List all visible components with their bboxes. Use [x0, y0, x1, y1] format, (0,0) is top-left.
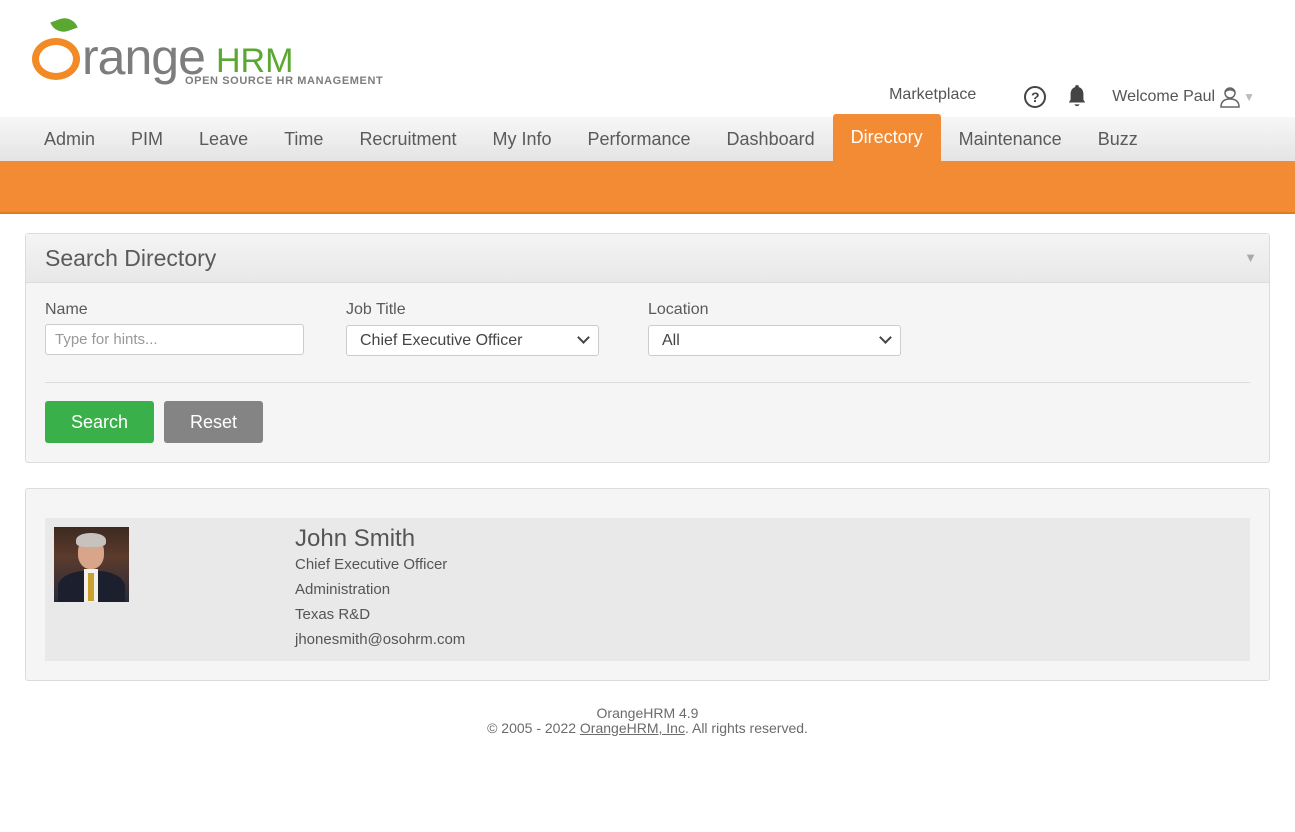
page-title: Search Directory	[45, 245, 217, 271]
search-button[interactable]: Search	[45, 401, 154, 443]
chevron-down-icon	[879, 331, 892, 344]
footer: OrangeHRM 4.9 © 2005 - 2022 OrangeHRM, I…	[0, 706, 1295, 736]
logo-tagline: OPEN SOURCE HR MANAGEMENT	[185, 75, 384, 87]
nav-item-my-info[interactable]: My Info	[474, 117, 569, 161]
divider	[45, 382, 1250, 383]
bell-icon[interactable]	[1066, 85, 1088, 109]
nav-item-buzz[interactable]: Buzz	[1080, 117, 1156, 161]
nav-item-recruitment[interactable]: Recruitment	[341, 117, 474, 161]
employee-card: John Smith Chief Executive Officer Admin…	[45, 518, 1250, 661]
nav-item-time[interactable]: Time	[266, 117, 341, 161]
logo-orange-ring	[32, 38, 80, 80]
footer-copyright: © 2005 - 2022 OrangeHRM, Inc. All rights…	[487, 720, 808, 736]
header: range HRM OPEN SOURCE HR MANAGEMENT Mark…	[0, 0, 1295, 117]
employee-job-title: Chief Executive Officer	[295, 556, 448, 573]
main-nav: Admin PIM Leave Time Recruitment My Info…	[0, 114, 1295, 161]
name-label: Name	[45, 301, 88, 318]
nav-item-directory[interactable]: Directory	[832, 114, 941, 161]
panel-header: Search Directory ▼	[26, 234, 1269, 283]
marketplace-link[interactable]: Marketplace	[889, 86, 976, 104]
company-link[interactable]: OrangeHRM, Inc	[580, 720, 685, 736]
logo-leaf-icon	[50, 14, 78, 36]
chevron-down-icon[interactable]: ▼	[1243, 90, 1255, 104]
orangehrm-logo[interactable]: range HRM OPEN SOURCE HR MANAGEMENT	[30, 14, 390, 96]
location-label: Location	[648, 301, 709, 318]
results-panel: John Smith Chief Executive Officer Admin…	[25, 488, 1270, 681]
nav-item-leave[interactable]: Leave	[181, 117, 266, 161]
employee-photo[interactable]	[54, 527, 129, 602]
submenu-bar	[0, 161, 1295, 214]
job-title-selected-value: Chief Executive Officer	[360, 331, 523, 349]
location-selected-value: All	[662, 331, 680, 349]
top-right-menu: Marketplace ? Welcome Paul ▼	[889, 84, 1255, 110]
collapse-toggle-icon[interactable]: ▼	[1244, 250, 1257, 265]
chevron-down-icon	[577, 331, 590, 344]
footer-version: OrangeHRM 4.9	[596, 705, 699, 721]
job-title-select[interactable]: Chief Executive Officer	[346, 325, 599, 356]
search-directory-panel: Search Directory ▼ Name Job Title Chief …	[25, 233, 1270, 463]
reset-button[interactable]: Reset	[164, 401, 263, 443]
employee-name[interactable]: John Smith	[295, 525, 415, 553]
nav-item-pim[interactable]: PIM	[113, 117, 181, 161]
name-search-input[interactable]	[45, 324, 304, 355]
nav-item-dashboard[interactable]: Dashboard	[709, 117, 833, 161]
job-title-label: Job Title	[346, 301, 406, 318]
user-avatar-icon[interactable]	[1219, 86, 1241, 108]
employee-department: Administration	[295, 581, 391, 598]
employee-location: Texas R&D	[295, 606, 371, 623]
nav-item-performance[interactable]: Performance	[570, 117, 709, 161]
nav-item-maintenance[interactable]: Maintenance	[941, 117, 1080, 161]
location-select[interactable]: All	[648, 325, 901, 356]
nav-item-admin[interactable]: Admin	[26, 117, 113, 161]
welcome-user-menu[interactable]: Welcome Paul	[1112, 88, 1215, 106]
employee-email: jhonesmith@osohrm.com	[295, 631, 466, 648]
help-icon[interactable]: ?	[1024, 86, 1047, 108]
